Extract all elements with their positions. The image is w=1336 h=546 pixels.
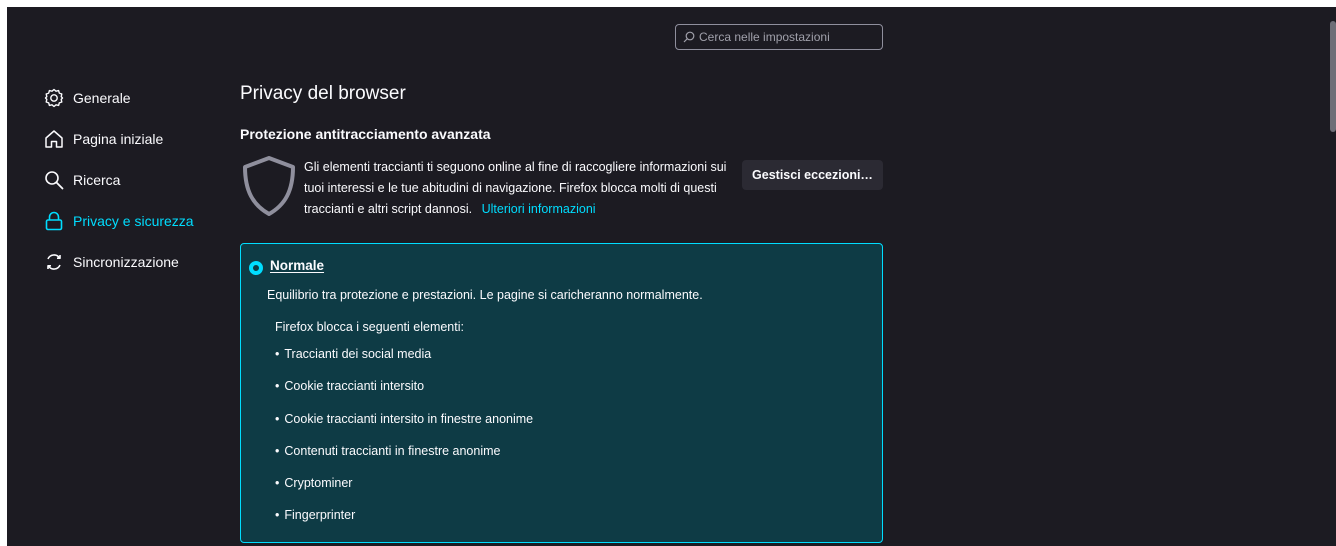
bullet: • [275,443,280,458]
option-description: Equilibrio tra protezione e prestazioni.… [267,288,703,302]
search-input[interactable]: Cerca nelle impostazioni [675,24,883,50]
page-title: Privacy del browser [240,83,406,104]
blocked-items-list: • Traccianti dei social media • Cookie tra… [275,347,533,541]
sidebar-item-generale[interactable]: Generale [44,77,214,118]
search-placeholder: Cerca nelle impostazioni [699,30,830,44]
sidebar-item-label: Sincronizzazione [73,253,179,270]
sidebar-item-label: Privacy e sicurezza [73,212,194,229]
bullet: • [275,347,280,361]
bullet: • [275,411,280,426]
blocked-item-label: Cookie traccianti intersito in finestre … [284,411,534,426]
sidebar: Generale Pagina iniziale Ricerca Privacy… [44,77,214,282]
lock-icon [45,211,63,230]
blocked-item-label: Contenuti traccianti in finestre anonime [284,443,501,458]
shield-icon [243,156,295,216]
blocks-title: Firefox blocca i seguenti elementi: [275,320,464,334]
sidebar-item-privacy[interactable]: Privacy e sicurezza [44,200,214,241]
radio-normal[interactable] [249,261,263,275]
sidebar-item-pagina-iniziale[interactable]: Pagina iniziale [44,118,214,159]
bullet: • [275,508,280,523]
list-item: • Cryptominer [275,476,533,508]
manage-exceptions-label: Gestisci eccezioni… [752,168,873,182]
protection-option-normal[interactable]: Normale Equilibrio tra protezione e pres… [240,243,883,543]
blocked-item-label: Cookie traccianti intersito [284,379,425,394]
list-item: • Cookie traccianti intersito [275,379,533,411]
preferences-page: Cerca nelle impostazioni Generale Pagina… [7,7,1336,546]
scrollbar-thumb[interactable] [1330,21,1336,132]
bullet: • [275,379,280,394]
gear-icon [44,88,64,107]
manage-exceptions-button[interactable]: Gestisci eccezioni… [742,160,883,190]
sync-icon [47,253,61,270]
sidebar-item-sincronizzazione[interactable]: Sincronizzazione [44,241,214,282]
search-icon [45,170,64,189]
section-title: Protezione antitracciamento avanzata [240,126,491,142]
radio-normal-label[interactable]: Normale [270,258,324,273]
learn-more-link[interactable]: Ulteriori informazioni [482,202,596,216]
blocked-item-label: Fingerprinter [284,508,356,523]
list-item: • Contenuti traccianti in finestre anonim… [275,444,533,476]
blocked-item-label: Cryptominer [284,476,353,491]
sidebar-item-label: Generale [73,89,131,106]
list-item: • Traccianti dei social media [275,347,533,379]
home-icon [45,129,63,148]
bullet: • [275,476,280,491]
list-item: • Cookie traccianti intersito in finestre… [275,412,533,444]
blocked-item-label: Traccianti dei social media [284,347,432,361]
search-icon [683,31,695,43]
tracking-description: Gli elementi traccianti ti seguono onlin… [304,157,734,220]
sidebar-item-label: Ricerca [73,171,121,188]
sidebar-item-label: Pagina iniziale [73,130,164,147]
sidebar-item-ricerca[interactable]: Ricerca [44,159,214,200]
scrollbar[interactable] [1328,7,1336,546]
list-item: • Fingerprinter [275,508,533,540]
